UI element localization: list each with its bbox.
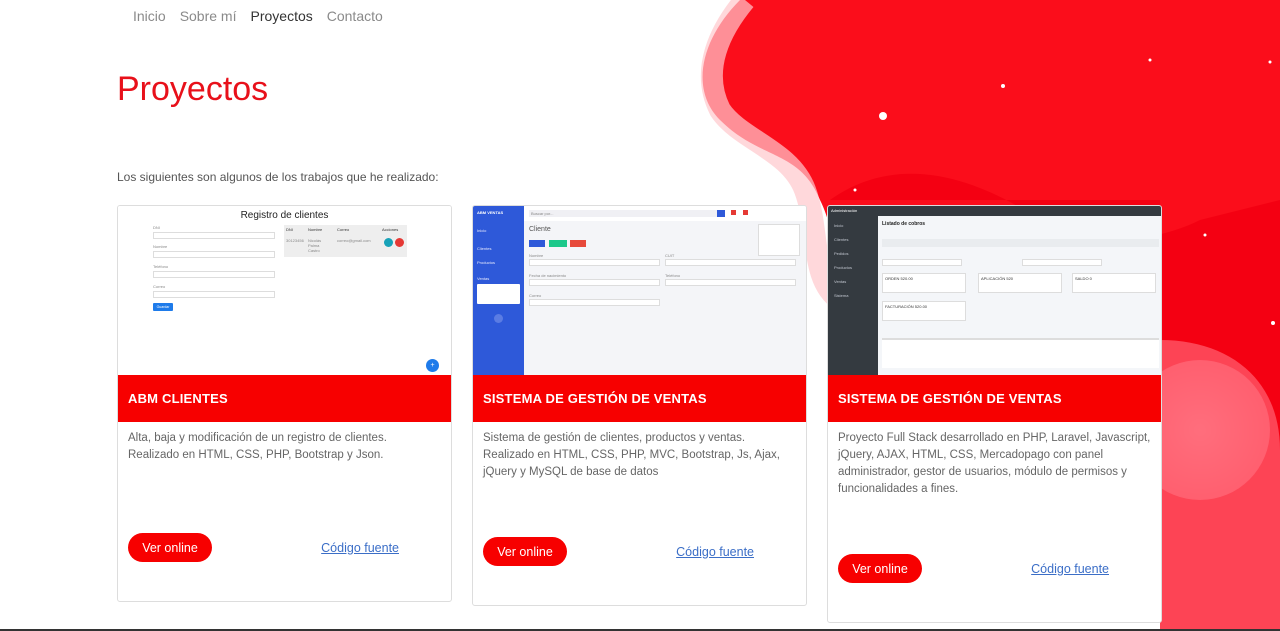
preview-field-label: Nombre <box>529 253 544 258</box>
preview-menu-item: Pedidos <box>834 251 849 256</box>
preview-toolbar <box>882 239 1159 247</box>
preview-heading: Cliente <box>529 226 551 233</box>
card-description: Sistema de gestión de clientes, producto… <box>483 432 780 478</box>
preview-field-label: Teléfono <box>153 264 169 269</box>
preview-btn-guardar <box>549 240 567 247</box>
preview-topbar <box>828 206 1161 216</box>
preview-bell-icon <box>731 210 736 215</box>
preview-field-label: Fecha de nacimiento <box>529 273 567 278</box>
preview-brand: Administración <box>831 208 858 213</box>
card-title: SISTEMA DE GESTIÓN DE VENTAS <box>828 375 1161 422</box>
card-title: SISTEMA DE GESTIÓN DE VENTAS <box>473 375 806 422</box>
source-code-link[interactable]: Código fuente <box>1031 562 1109 576</box>
preview-th: Acciones <box>382 227 399 232</box>
preview-input <box>529 259 660 266</box>
nav-link-sobre-mi[interactable]: Sobre mí <box>180 8 237 24</box>
preview-menu-item: Productos <box>834 265 853 270</box>
project-screenshot[interactable]: Registro de clientes DNI Nombre Teléfono… <box>118 206 451 375</box>
preview-search-icon <box>717 210 725 217</box>
preview-menu-item: Ventas <box>834 279 847 284</box>
card-title: ABM CLIENTES <box>118 375 451 422</box>
project-screenshot[interactable]: Administración Inicio Clientes Pedidos P… <box>828 206 1161 375</box>
preview-td: Nicolás Palma Castro <box>308 238 322 253</box>
preview-menu-item: Clientes <box>834 237 849 242</box>
preview-edit-icon <box>384 238 393 247</box>
preview-menu-item: Clientes <box>477 246 492 251</box>
intro-text: Los siguientes son algunos de los trabaj… <box>117 170 439 184</box>
preview-td: 30123456 <box>286 238 304 243</box>
preview-field-label: Nombre <box>153 244 168 249</box>
preview-dropdown <box>758 224 800 256</box>
preview-mail-icon <box>743 210 748 215</box>
preview-menu-item: Ventas <box>477 276 490 281</box>
preview-input <box>529 299 660 306</box>
project-card-abm-clientes: Registro de clientes DNI Nombre Teléfono… <box>117 205 452 602</box>
preview-input <box>665 259 796 266</box>
preview-box-text: ORDEN 520.00 <box>885 276 913 281</box>
preview-input <box>665 279 796 286</box>
preview-brand: ABM VENTAS <box>477 210 504 215</box>
preview-field-label: Teléfono <box>665 273 681 278</box>
preview-search-text: Buscar por... <box>531 211 554 216</box>
preview-collapse-icon <box>494 314 503 323</box>
preview-btn-nuevo <box>529 240 545 247</box>
preview-th: Correo <box>337 227 350 232</box>
preview-search <box>529 210 719 217</box>
project-card-laravel: Administración Inicio Clientes Pedidos P… <box>827 205 1162 623</box>
preview-input <box>1022 259 1102 266</box>
preview-menu-item: Inicio <box>834 223 844 228</box>
add-user-icon: + <box>426 359 439 372</box>
preview-field-label: CUIT <box>665 253 675 258</box>
card-description: Alta, baja y modificación de un registro… <box>128 432 387 461</box>
preview-menu-item: Productos <box>477 260 496 265</box>
project-card-ventas: ABM VENTAS Inicio Clientes Productos Ven… <box>472 205 807 606</box>
preview-heading: Registro de clientes <box>240 210 329 221</box>
preview-input <box>153 271 275 278</box>
preview-box-text: APLICACIÓN 520 <box>981 276 1014 281</box>
preview-input <box>529 279 660 286</box>
nav-link-proyectos[interactable]: Proyectos <box>251 8 313 24</box>
preview-field-label: Correo <box>529 293 542 298</box>
preview-th: DNI <box>286 227 293 232</box>
source-code-link[interactable]: Código fuente <box>676 545 754 559</box>
nav-link-inicio[interactable]: Inicio <box>133 8 166 24</box>
preview-input <box>153 291 275 298</box>
source-code-link[interactable]: Código fuente <box>321 541 399 555</box>
ver-online-button[interactable]: Ver online <box>838 554 922 583</box>
card-description: Proyecto Full Stack desarrollado en PHP,… <box>838 432 1151 495</box>
preview-field-label: DNI <box>153 225 160 230</box>
preview-field-label: Correo <box>153 284 166 289</box>
preview-td: correo@gmail.com <box>337 238 371 243</box>
preview-input <box>153 232 275 239</box>
page-title: Proyectos <box>117 70 269 108</box>
preview-menu-item: Inicio <box>477 228 487 233</box>
preview-heading: Listado de cobros <box>882 221 926 227</box>
preview-submenu <box>477 284 520 304</box>
preview-submit: Guardar <box>153 303 173 311</box>
preview-table <box>882 338 1159 368</box>
project-screenshot[interactable]: ABM VENTAS Inicio Clientes Productos Ven… <box>473 206 806 375</box>
nav-link-contacto[interactable]: Contacto <box>327 8 383 24</box>
ver-online-button[interactable]: Ver online <box>483 537 567 566</box>
top-nav: Inicio Sobre mí Proyectos Contacto <box>133 8 383 24</box>
preview-box-text: SALDO 0 <box>1075 276 1092 281</box>
preview-th: Nombre <box>308 227 323 232</box>
ver-online-button[interactable]: Ver online <box>128 533 212 562</box>
preview-delete-icon <box>395 238 404 247</box>
preview-input <box>153 251 275 258</box>
preview-menu-item: Sistema <box>834 293 849 298</box>
preview-btn-borrar <box>570 240 586 247</box>
preview-box-text: FACTURACIÓN 520.00 <box>885 304 928 309</box>
preview-input <box>882 259 962 266</box>
